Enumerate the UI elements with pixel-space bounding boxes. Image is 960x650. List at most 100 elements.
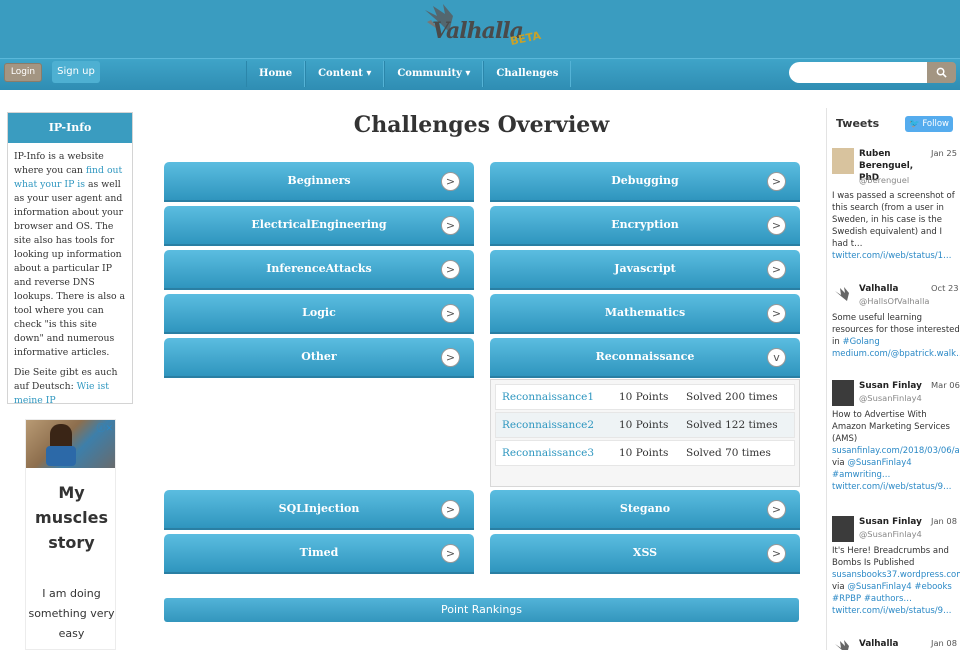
challenge-row[interactable]: Reconnaissance1 10 Points Solved 200 tim… xyxy=(495,384,795,410)
valhalla-avatar-icon[interactable] xyxy=(832,283,854,309)
challenge-points: 10 Points xyxy=(619,447,669,459)
category-xss[interactable]: XSS > xyxy=(490,534,800,574)
advertisement[interactable]: ⓘ✕ My muscles story I am doing something… xyxy=(25,419,116,650)
category-javascript[interactable]: Javascript > xyxy=(490,250,800,290)
tweet-date[interactable]: Jan 08 xyxy=(931,516,957,526)
tweets-title: Tweets xyxy=(836,117,880,130)
ad-person-shirt xyxy=(46,446,76,466)
category-label: Mathematics xyxy=(604,306,686,319)
tweet-author[interactable]: Susan Finlay xyxy=(859,380,929,392)
tweet-text: It's Here! Breadcrumbs and Bombs Is Publ… xyxy=(832,545,960,617)
category-mathematics[interactable]: Mathematics > xyxy=(490,294,800,334)
ip-info-widget: IP-Info IP-Info is a website where you c… xyxy=(7,112,133,406)
tweet-mention[interactable]: @SusanFinlay4 xyxy=(847,458,911,468)
search-button[interactable] xyxy=(927,62,956,83)
category-timed[interactable]: Timed > xyxy=(164,534,474,574)
page-title: Challenges Overview xyxy=(353,112,610,138)
challenge-link[interactable]: Reconnaissance1 xyxy=(502,385,594,409)
tweet-handle[interactable]: @SusanFinlay4 xyxy=(859,529,922,539)
challenge-points: 10 Points xyxy=(619,391,669,403)
tweet-handle[interactable]: @berenguel xyxy=(859,175,909,185)
tweet-date[interactable]: Jan 08 xyxy=(931,638,957,648)
chevron-right-icon[interactable]: > xyxy=(441,500,460,519)
tweet-hashtag[interactable]: #RPBP #authors… xyxy=(832,594,912,604)
search-icon xyxy=(936,67,947,78)
tweet-link[interactable]: medium.com/@bpatrick.walk… xyxy=(832,349,960,359)
tweet-item[interactable]: Ruben Berenguel, PhD @berenguel Jan 25 I… xyxy=(827,148,960,266)
search-input[interactable] xyxy=(789,62,927,83)
challenge-link[interactable]: Reconnaissance3 xyxy=(502,441,594,465)
challenge-link[interactable]: Reconnaissance2 xyxy=(502,413,594,437)
nav-home[interactable]: Home xyxy=(246,61,306,87)
chevron-right-icon[interactable]: > xyxy=(441,304,460,323)
tweet-author[interactable]: Valhalla xyxy=(859,283,929,295)
valhalla-avatar-icon[interactable] xyxy=(832,636,854,650)
chevron-down-icon[interactable]: v xyxy=(767,348,786,367)
reconnaissance-challenge-list: Reconnaissance1 10 Points Solved 200 tim… xyxy=(490,379,800,487)
avatar[interactable] xyxy=(832,516,854,542)
ip-info-body: IP-Info is a website where you can find … xyxy=(8,143,132,408)
nav-challenges[interactable]: Challenges xyxy=(483,61,572,87)
category-inferenceattacks[interactable]: InferenceAttacks > xyxy=(164,250,474,290)
tweet-hashtag[interactable]: #amwriting… xyxy=(832,470,890,480)
tweet-item[interactable]: Valhalla @HallsOfValhalla Oct 23 Some us… xyxy=(827,283,960,383)
chevron-right-icon[interactable]: > xyxy=(767,500,786,519)
tweet-date[interactable]: Jan 25 xyxy=(931,148,957,158)
ad-headline[interactable]: My muscles story xyxy=(26,480,115,555)
tweet-mention[interactable]: @SusanFinlay4 #ebooks xyxy=(847,582,952,592)
challenge-row[interactable]: Reconnaissance2 10 Points Solved 122 tim… xyxy=(495,412,795,438)
tweet-link[interactable]: susansbooks37.wordpress.com xyxy=(832,570,960,580)
category-electricalengineering[interactable]: ElectricalEngineering > xyxy=(164,206,474,246)
chevron-right-icon[interactable]: > xyxy=(767,260,786,279)
nav-community[interactable]: Community ▾ xyxy=(384,61,484,87)
tweet-handle[interactable]: @HallsOfValhalla xyxy=(859,296,929,306)
chevron-right-icon[interactable]: > xyxy=(441,172,460,191)
ip-info-text: as well as your user agent and informati… xyxy=(14,179,126,358)
category-reconnaissance[interactable]: Reconnaissance v xyxy=(490,338,800,378)
follow-button[interactable]: 🐦 Follow xyxy=(905,116,953,132)
category-sqlinjection[interactable]: SQLInjection > xyxy=(164,490,474,530)
point-rankings-button[interactable]: Point Rankings xyxy=(164,598,799,622)
chevron-right-icon[interactable]: > xyxy=(441,216,460,235)
tweet-link[interactable]: susanfinlay.com/2018/03/06/ac xyxy=(832,446,960,456)
challenge-solved-count: Solved 70 times xyxy=(686,447,771,459)
tweet-body: How to Advertise With Amazon Marketing S… xyxy=(832,410,950,444)
category-stegano[interactable]: Stegano > xyxy=(490,490,800,530)
chevron-right-icon[interactable]: > xyxy=(767,172,786,191)
chevron-right-icon[interactable]: > xyxy=(441,544,460,563)
chevron-right-icon[interactable]: > xyxy=(767,216,786,235)
tweet-link[interactable]: twitter.com/i/web/status/1… xyxy=(832,251,952,261)
tweet-text: I was passed a screenshot of this search… xyxy=(832,190,960,262)
tweet-author[interactable]: Susan Finlay xyxy=(859,516,929,528)
chevron-right-icon[interactable]: > xyxy=(441,348,460,367)
category-beginners[interactable]: Beginners > xyxy=(164,162,474,202)
ad-subtext[interactable]: I am doing something very easy xyxy=(26,584,115,644)
avatar[interactable] xyxy=(832,148,854,174)
chevron-right-icon[interactable]: > xyxy=(767,544,786,563)
tweet-date[interactable]: Mar 06 xyxy=(931,380,960,390)
category-logic[interactable]: Logic > xyxy=(164,294,474,334)
challenge-row[interactable]: Reconnaissance3 10 Points Solved 70 time… xyxy=(495,440,795,466)
category-debugging[interactable]: Debugging > xyxy=(490,162,800,202)
avatar[interactable] xyxy=(832,380,854,406)
category-label: Encryption xyxy=(611,218,679,231)
tweet-item[interactable]: Susan Finlay @SusanFinlay4 Jan 08 It's H… xyxy=(827,516,960,626)
tweet-author[interactable]: Valhalla xyxy=(859,638,929,650)
signup-button[interactable]: Sign up xyxy=(52,61,100,83)
tweet-item[interactable]: Susan Finlay @SusanFinlay4 Mar 06 How to… xyxy=(827,380,960,500)
tweet-hashtag[interactable]: #Golang xyxy=(842,337,879,347)
tweet-link[interactable]: twitter.com/i/web/status/9… xyxy=(832,482,952,492)
chevron-right-icon[interactable]: > xyxy=(441,260,460,279)
category-encryption[interactable]: Encryption > xyxy=(490,206,800,246)
category-label: Javascript xyxy=(614,262,676,275)
category-other[interactable]: Other > xyxy=(164,338,474,378)
tweet-handle[interactable]: @SusanFinlay4 xyxy=(859,393,922,403)
tweet-link[interactable]: twitter.com/i/web/status/9… xyxy=(832,606,952,616)
tweet-date[interactable]: Oct 23 xyxy=(931,283,959,293)
category-label: ElectricalEngineering xyxy=(251,218,387,231)
nav-content[interactable]: Content ▾ xyxy=(305,61,385,87)
tweet-item[interactable]: Valhalla Jan 08 xyxy=(827,636,960,650)
chevron-right-icon[interactable]: > xyxy=(767,304,786,323)
ad-choices-icon[interactable]: ⓘ✕ xyxy=(96,421,113,434)
login-button[interactable]: Login xyxy=(4,63,42,82)
